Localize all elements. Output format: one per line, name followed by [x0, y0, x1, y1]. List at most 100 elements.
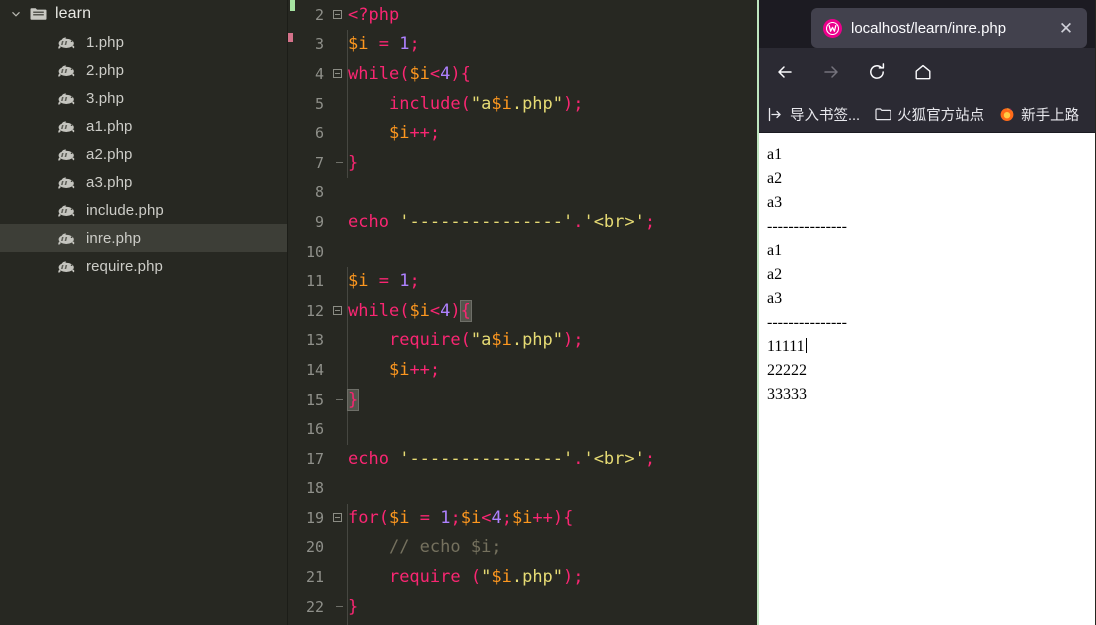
page-output-line: --------------- — [767, 314, 847, 331]
line-number: 2 — [314, 5, 324, 24]
code-text: for($i = 1;$i<4;$i++){ — [348, 507, 574, 528]
code-line[interactable]: 6 $i++; — [288, 118, 757, 148]
code-text: echo '---------------'.'<br>'; — [348, 448, 656, 469]
line-number: 16 — [305, 420, 324, 439]
browser-tab[interactable]: localhost/learn/inre.php ✕ — [811, 8, 1087, 48]
code-line[interactable]: 17 echo '---------------'.'<br>'; — [288, 444, 757, 474]
code-line[interactable]: 8 — [288, 178, 757, 208]
page-output-line: a3 — [767, 194, 783, 211]
page-content: a1 a2 a3 --------------- a1 a2 a3 -------------… — [759, 133, 1095, 625]
browser-tabstrip: localhost/learn/inre.php ✕ — [759, 0, 1095, 48]
code-line[interactable]: 9 echo '---------------'.'<br>'; — [288, 207, 757, 237]
page-output-line: 33333 — [767, 386, 807, 403]
file-item-include-php[interactable]: include.php — [0, 196, 287, 224]
code-line[interactable]: 14 $i++; — [288, 355, 757, 385]
code-line[interactable]: 10 — [288, 237, 757, 267]
php-file-icon — [56, 230, 78, 246]
code-line[interactable]: 20 // echo $i; — [288, 533, 757, 563]
code-editor[interactable]: 2 <?php 3 $i = 1; 4 while($i<4){ 5 include("a$… — [288, 0, 757, 625]
home-icon[interactable] — [911, 60, 935, 84]
folder-icon — [28, 6, 48, 22]
text-caret — [805, 338, 807, 353]
file-item-1-php[interactable]: 1.php — [0, 28, 287, 56]
code-line[interactable]: 19 for($i = 1;$i<4;$i++){ — [288, 503, 757, 533]
php-file-icon — [56, 34, 78, 50]
file-item-inre-php[interactable]: inre.php — [0, 224, 287, 252]
line-number: 6 — [314, 124, 324, 143]
php-file-icon — [56, 258, 78, 274]
line-number: 9 — [314, 212, 324, 231]
file-item-2-php[interactable]: 2.php — [0, 56, 287, 84]
back-icon[interactable] — [773, 60, 797, 84]
file-label: a3.php — [86, 173, 133, 191]
code-text: require ("$i.php"); — [388, 567, 584, 588]
php-file-icon — [56, 118, 78, 134]
line-number: 10 — [305, 242, 324, 261]
browser-navbar — [759, 48, 1095, 96]
code-line[interactable]: 13 require("a$i.php"); — [288, 326, 757, 356]
reload-icon[interactable] — [865, 60, 889, 84]
page-output-line: 22222 — [767, 362, 807, 379]
file-item-require-php[interactable]: require.php — [0, 252, 287, 280]
chevron-down-icon[interactable] — [8, 6, 24, 22]
tab-title: localhost/learn/inre.php — [851, 19, 1007, 37]
page-output-line: a1 — [767, 146, 783, 163]
fold-toggle-icon[interactable] — [328, 162, 346, 164]
firefox-icon — [998, 106, 1015, 123]
file-item-3-php[interactable]: 3.php — [0, 84, 287, 112]
close-icon[interactable]: ✕ — [1055, 17, 1077, 39]
fold-toggle-icon[interactable] — [328, 399, 346, 401]
tree-folder-learn[interactable]: learn — [0, 0, 287, 28]
file-item-a3-php[interactable]: a3.php — [0, 168, 287, 196]
line-number: 4 — [314, 64, 324, 83]
page-output-line: 11111 — [767, 338, 807, 355]
code-text: } — [348, 152, 359, 173]
app-root: learn 1.php 2.php 3.php a1.php a2.php a3… — [0, 0, 1096, 625]
page-output-line: a3 — [767, 290, 783, 307]
code-line[interactable]: 3 $i = 1; — [288, 30, 757, 60]
folder-icon — [874, 106, 891, 123]
code-line[interactable]: 7} — [288, 148, 757, 178]
file-item-a2-php[interactable]: a2.php — [0, 140, 287, 168]
bookmark-item[interactable]: 火狐官方站点 — [874, 104, 984, 125]
bookmarks-toolbar: 导入书签... 火狐官方站点 新手上路 — [759, 96, 1095, 133]
fold-toggle-icon[interactable] — [328, 513, 346, 523]
fold-toggle-icon[interactable] — [328, 306, 346, 316]
code-text: <?php — [348, 4, 400, 25]
code-text: require("a$i.php"); — [388, 330, 584, 351]
line-number: 7 — [314, 153, 324, 172]
file-label: include.php — [86, 201, 164, 219]
file-label: 2.php — [86, 61, 125, 79]
code-text: // echo $i; — [388, 537, 502, 558]
fold-toggle-icon[interactable] — [328, 69, 346, 79]
code-text: while($i<4){ — [348, 63, 471, 84]
line-number: 13 — [305, 331, 324, 350]
fold-toggle-icon[interactable] — [328, 10, 346, 20]
code-text: $i++; — [388, 359, 441, 380]
bookmark-item[interactable]: 导入书签... — [767, 104, 860, 125]
file-item-a1-php[interactable]: a1.php — [0, 112, 287, 140]
code-text: include("a$i.php"); — [388, 93, 584, 114]
file-explorer-sidebar: learn 1.php 2.php 3.php a1.php a2.php a3… — [0, 0, 288, 625]
code-line[interactable]: 4 while($i<4){ — [288, 59, 757, 89]
code-line[interactable]: 16 — [288, 414, 757, 444]
line-number: 3 — [314, 35, 324, 54]
code-line[interactable]: 18 — [288, 474, 757, 504]
file-label: a1.php — [86, 117, 133, 135]
code-line[interactable]: 11 $i = 1; — [288, 266, 757, 296]
code-line[interactable]: 5 include("a$i.php"); — [288, 89, 757, 119]
fold-toggle-icon[interactable] — [328, 606, 346, 608]
forward-icon — [819, 60, 843, 84]
line-number: 8 — [314, 183, 324, 202]
php-file-icon — [56, 62, 78, 78]
code-line[interactable]: 12 while($i<4){ — [288, 296, 757, 326]
code-line[interactable]: 2 <?php — [288, 0, 757, 30]
bookmark-item[interactable]: 新手上路 — [998, 104, 1079, 125]
code-line[interactable]: 22} — [288, 592, 757, 622]
code-text: } — [346, 388, 360, 411]
line-number: 11 — [305, 272, 324, 291]
line-number: 12 — [305, 301, 324, 320]
code-line[interactable]: 15} — [288, 385, 757, 415]
code-line[interactable]: 21 require ("$i.php"); — [288, 562, 757, 592]
line-number: 22 — [305, 597, 324, 616]
